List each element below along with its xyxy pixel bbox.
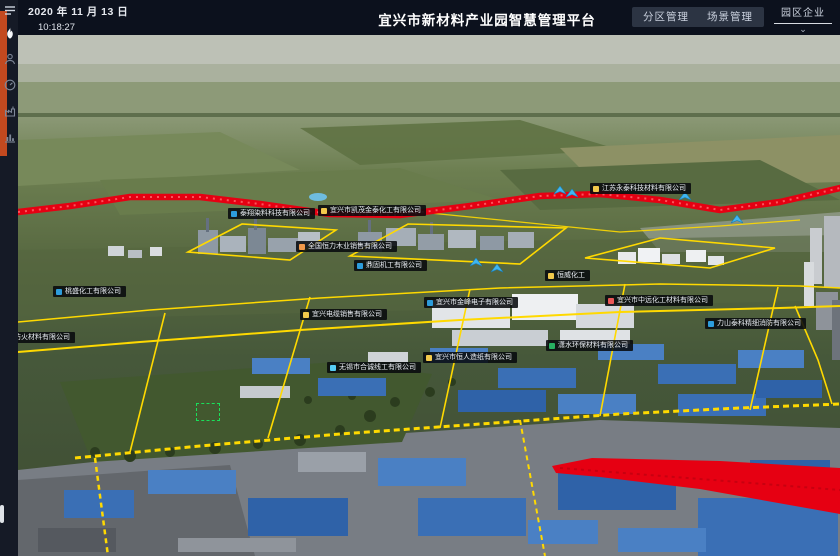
factory-icon[interactable] bbox=[4, 105, 16, 117]
map-label[interactable]: 宜兴市凯茂金泰化工有限公司 bbox=[318, 205, 426, 216]
enterprise-category-icon bbox=[231, 211, 237, 217]
drone-marker-icon[interactable] bbox=[731, 212, 743, 222]
sidebar-scroll-indicator[interactable] bbox=[0, 505, 4, 523]
map-label[interactable]: 宜兴市恒人造纸有限公司 bbox=[423, 352, 517, 363]
enterprise-category-icon bbox=[357, 263, 363, 269]
chevron-down-icon: ⌄ bbox=[774, 25, 832, 33]
enterprise-category-icon bbox=[303, 312, 309, 318]
gauge-icon[interactable] bbox=[4, 79, 16, 91]
enterprise-name: 力山泰科精细消防有限公司 bbox=[717, 320, 801, 327]
enterprise-category-icon bbox=[299, 244, 305, 250]
enterprise-name: 宜兴市恒人造纸有限公司 bbox=[435, 354, 512, 361]
map-label[interactable]: 宜兴电缆销售有限公司 bbox=[300, 309, 387, 320]
enterprise-category-icon bbox=[426, 355, 432, 361]
menu-icon[interactable] bbox=[4, 4, 16, 16]
enterprise-name: 潇水环保材料有限公司 bbox=[558, 342, 628, 349]
map-3d-view[interactable]: 泰翔染料科技有限公司 宜兴市凯茂金泰化工有限公司 江苏永泰科技材料有限公司全国恒力木… bbox=[18, 35, 840, 556]
drone-marker-icon[interactable] bbox=[554, 183, 566, 193]
map-label[interactable]: 无锡市合诚线工有限公司 bbox=[327, 362, 421, 373]
person-icon[interactable] bbox=[4, 53, 16, 65]
left-sidebar bbox=[0, 0, 18, 556]
enterprise-category-icon bbox=[330, 365, 336, 371]
park-enterprises-label: 园区企业 bbox=[774, 4, 832, 19]
datetime-block: 2020 年 11 月 13 日 10:18:27 bbox=[28, 4, 128, 33]
map-label[interactable]: 宜兴市中远化工材料有限公司 bbox=[605, 295, 713, 306]
flame-icon[interactable] bbox=[4, 27, 16, 39]
current-date: 2020 年 11 月 13 日 bbox=[28, 4, 128, 19]
park-enterprises-dropdown[interactable]: 园区企业 ⌄ bbox=[774, 4, 832, 33]
enterprise-category-icon bbox=[708, 321, 714, 327]
enterprise-category-icon bbox=[608, 298, 614, 304]
enterprise-name: 桃盛化工有限公司 bbox=[65, 288, 121, 295]
map-label[interactable]: 潇水环保材料有限公司 bbox=[546, 340, 633, 351]
enterprise-name: 宜兴市金峰电子有限公司 bbox=[436, 299, 513, 306]
enterprise-category-icon bbox=[427, 300, 433, 306]
map-label[interactable]: 力山泰科精细消防有限公司 bbox=[705, 318, 806, 329]
map-label[interactable]: 全国恒力木业销售有限公司 bbox=[296, 241, 397, 252]
enterprise-name: 全国恒力木业销售有限公司 bbox=[308, 243, 392, 250]
zone-management-button[interactable]: 分区管理 bbox=[632, 7, 700, 27]
enterprise-name: 宜兴市凯茂金泰化工有限公司 bbox=[330, 207, 421, 214]
drone-marker-icon[interactable] bbox=[491, 261, 503, 271]
highlighted-road bbox=[18, 188, 840, 514]
enterprise-name: 无锡市合诚线工有限公司 bbox=[339, 364, 416, 371]
drone-marker-icon[interactable] bbox=[566, 186, 578, 196]
map-label[interactable]: 桃盛化工有限公司 bbox=[53, 286, 126, 297]
road-network-overlay bbox=[18, 213, 840, 556]
enterprise-name: 兴顺防火材料有限公司 bbox=[18, 334, 70, 341]
map-label[interactable]: 泰翔染料科技有限公司 bbox=[228, 208, 315, 219]
enterprise-name: 江苏永泰科技材料有限公司 bbox=[602, 185, 686, 192]
selection-box bbox=[196, 403, 220, 421]
top-bar: 2020 年 11 月 13 日 10:18:27 宜兴市新材料产业园智慧管理平… bbox=[0, 0, 840, 35]
enterprise-category-icon bbox=[548, 273, 554, 279]
current-time: 10:18:27 bbox=[38, 22, 128, 33]
enterprise-name: 泰翔染料科技有限公司 bbox=[240, 210, 310, 217]
enterprise-name: 鼎固机工有限公司 bbox=[366, 262, 422, 269]
scene-management-button[interactable]: 场景管理 bbox=[696, 7, 764, 27]
drone-marker-icon[interactable] bbox=[470, 255, 482, 265]
map-label[interactable]: 鼎固机工有限公司 bbox=[354, 260, 427, 271]
map-label[interactable]: 宜兴市金峰电子有限公司 bbox=[424, 297, 518, 308]
map-label[interactable]: 恒威化工 bbox=[545, 270, 590, 281]
map-label[interactable]: 兴顺防火材料有限公司 bbox=[18, 332, 75, 343]
enterprise-category-icon bbox=[321, 208, 327, 214]
bar-chart-icon[interactable] bbox=[4, 131, 16, 143]
map-scenery bbox=[18, 35, 840, 556]
enterprise-name: 恒威化工 bbox=[557, 272, 585, 279]
map-label[interactable]: 江苏永泰科技材料有限公司 bbox=[590, 183, 691, 194]
enterprise-name: 宜兴电缆销售有限公司 bbox=[312, 311, 382, 318]
enterprise-category-icon bbox=[549, 343, 555, 349]
enterprise-name: 宜兴市中远化工材料有限公司 bbox=[617, 297, 708, 304]
page-title: 宜兴市新材料产业园智慧管理平台 bbox=[378, 9, 596, 29]
enterprise-category-icon bbox=[593, 186, 599, 192]
enterprise-category-icon bbox=[56, 289, 62, 295]
